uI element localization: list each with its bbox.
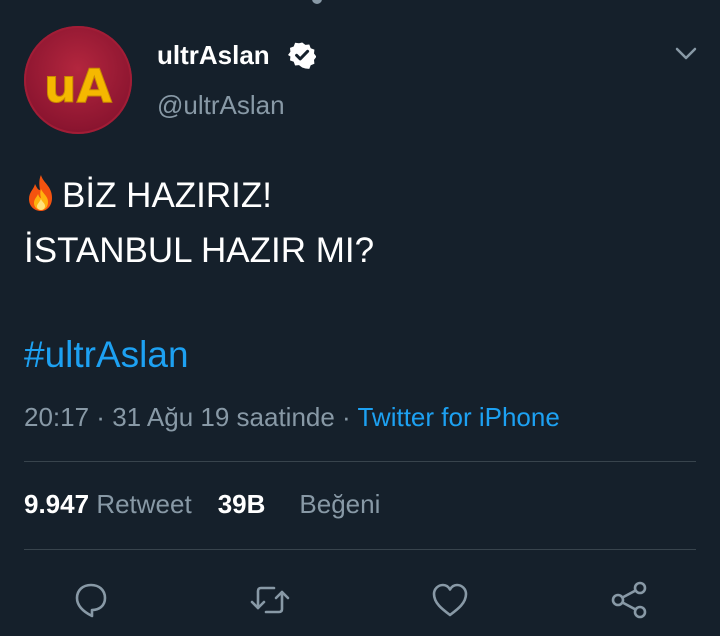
divider — [24, 461, 696, 462]
tweet-text-line-1: BİZ HAZIRIZ! — [24, 168, 694, 223]
hashtag-link[interactable]: #ultrAslan — [24, 330, 189, 380]
meta-separator: · — [334, 402, 358, 432]
avatar-logo-text: uA — [44, 59, 113, 113]
retweet-count-link[interactable]: 9.947 Retweet — [24, 484, 192, 524]
tweet-time[interactable]: 20:17 — [24, 402, 89, 432]
user-handle[interactable]: @ultrAslan — [157, 88, 285, 122]
verified-badge-icon — [288, 42, 316, 69]
avatar[interactable]: uA — [24, 26, 132, 134]
retweet-label: Retweet — [96, 489, 192, 519]
avatar-logo: uA — [43, 59, 113, 114]
meta-separator: · — [89, 402, 113, 432]
display-name[interactable]: ultrAslan — [157, 38, 270, 72]
tweet-text: BİZ HAZIRIZ! İSTANBUL HAZIR MI? — [24, 168, 694, 278]
reply-icon[interactable] — [69, 578, 113, 622]
fire-emoji-icon — [29, 175, 52, 211]
like-label: Beğeni — [299, 489, 381, 519]
tweet-stats: 9.947 Retweet 39B Beğeni — [24, 484, 380, 524]
tweet-meta: 20:17 · 31 Ağu 19 saatinde · Twitter for… — [24, 398, 560, 436]
like-count: 39B — [217, 489, 266, 519]
tweet-source-link[interactable]: Twitter for iPhone — [357, 402, 559, 432]
retweet-icon[interactable] — [248, 578, 292, 622]
tweet-text-line-2: İSTANBUL HAZIR MI? — [24, 231, 375, 270]
share-icon[interactable] — [607, 578, 651, 622]
tweet-text-line-1-content: BİZ HAZIRIZ! — [62, 176, 272, 215]
chevron-down-icon[interactable] — [674, 44, 698, 64]
tweet-detail: uA ultrAslan @ultrAslan BİZ HAZIRIZ! İST… — [0, 0, 720, 636]
like-count-link[interactable]: 39B Beğeni — [218, 484, 381, 524]
divider — [24, 549, 696, 550]
heart-icon[interactable] — [428, 578, 472, 622]
top-indicator-dot — [312, 0, 322, 4]
retweet-count: 9.947 — [24, 489, 90, 519]
tweet-date[interactable]: 31 Ağu 19 saatinde — [112, 402, 335, 432]
